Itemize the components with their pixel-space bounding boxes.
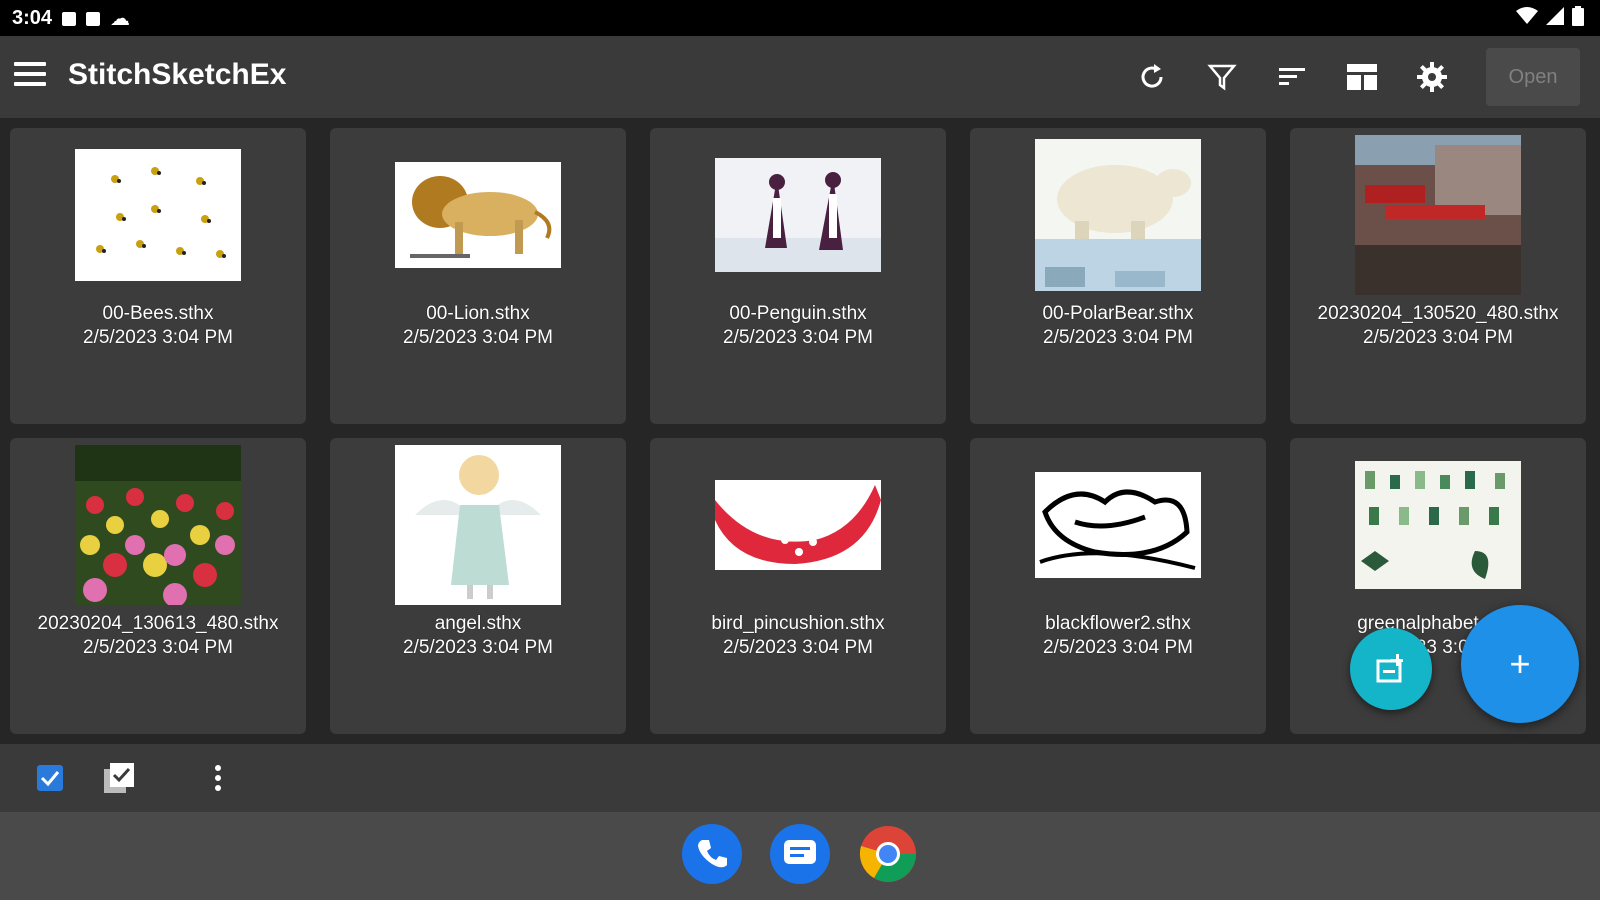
file-date: 2/5/2023 3:04 PM [1043, 637, 1193, 658]
file-caption: 00-Penguin.sthx 2/5/2023 3:04 PM [650, 302, 946, 350]
file-date: 2/5/2023 3:04 PM [723, 637, 873, 658]
file-date: 2/5/2023 3:04 PM [403, 637, 553, 658]
file-grid: 00-Bees.sthx 2/5/2023 3:04 PM 00-Lion.st… [10, 128, 1590, 734]
file-caption: bird_pincushion.sthx 2/5/2023 3:04 PM [650, 612, 946, 660]
thumbnail-bird-pincushion [713, 444, 883, 606]
system-dock [0, 812, 1600, 900]
cloud-icon: ☁ [110, 8, 131, 30]
status-time: 3:04 [12, 7, 53, 29]
file-date: 2/5/2023 3:04 PM [1363, 327, 1513, 348]
app-title: StitchSketchEx [68, 58, 287, 91]
open-button[interactable]: Open [1486, 48, 1580, 106]
status-bar: 3:04 ☁ [0, 0, 1600, 36]
wifi-icon [1516, 7, 1538, 24]
file-card[interactable]: 00-Lion.sthx 2/5/2023 3:04 PM [330, 128, 626, 424]
file-date: 2/5/2023 3:04 PM [403, 327, 553, 348]
file-card[interactable]: 20230204_130613_480.sthx 2/5/2023 3:04 P… [10, 438, 306, 734]
thumbnail-blackflower [1033, 444, 1203, 606]
file-caption: 00-PolarBear.sthx 2/5/2023 3:04 PM [970, 302, 1266, 350]
phone-app-icon[interactable] [682, 824, 742, 884]
file-card[interactable]: 20230204_130520_480.sthx 2/5/2023 3:04 P… [1290, 128, 1586, 424]
thumbnail-lion [393, 134, 563, 296]
thumbnail-polarbear [1033, 134, 1203, 296]
thumbnail-tulips-photo [73, 444, 243, 606]
file-name: 20230204_130520_480.sthx [1317, 303, 1559, 324]
file-caption: 20230204_130520_480.sthx 2/5/2023 3:04 P… [1290, 302, 1586, 350]
file-date: 2/5/2023 3:04 PM [83, 637, 233, 658]
view-layout-icon[interactable] [1338, 49, 1386, 105]
file-date: 2/5/2023 3:04 PM [83, 327, 233, 348]
file-name: angel.sthx [434, 613, 522, 634]
sort-icon[interactable] [1268, 49, 1316, 105]
signal-icon [1546, 7, 1564, 25]
checkbox-icon [37, 765, 63, 791]
thumbnail-greenalphabet [1353, 444, 1523, 606]
file-name: 20230204_130613_480.sthx [37, 613, 279, 634]
file-caption: 00-Bees.sthx 2/5/2023 3:04 PM [10, 302, 306, 350]
battery-icon [1572, 6, 1584, 26]
file-name: blackflower2.sthx [1045, 613, 1191, 634]
notification-icon [62, 11, 77, 26]
storage-icon [86, 11, 101, 26]
plus-icon: + [1509, 643, 1531, 684]
refresh-icon[interactable] [1128, 49, 1176, 105]
file-name: bird_pincushion.sthx [711, 613, 885, 634]
thumbnail-angel [393, 444, 563, 606]
file-caption: 20230204_130613_480.sthx 2/5/2023 3:04 P… [10, 612, 306, 660]
file-caption: blackflower2.sthx 2/5/2023 3:04 PM [970, 612, 1266, 660]
select-all-button[interactable] [99, 758, 139, 798]
thumbnail-penguin [713, 134, 883, 296]
file-card[interactable]: 00-PolarBear.sthx 2/5/2023 3:04 PM [970, 128, 1266, 424]
file-date: 2/5/2023 3:04 PM [1043, 327, 1193, 348]
chrome-app-icon[interactable] [858, 824, 918, 884]
file-card[interactable]: 00-Bees.sthx 2/5/2023 3:04 PM [10, 128, 306, 424]
file-name: 00-Bees.sthx [102, 303, 214, 324]
file-card[interactable]: blackflower2.sthx 2/5/2023 3:04 PM [970, 438, 1266, 734]
menu-icon[interactable] [14, 62, 46, 92]
file-card[interactable]: angel.sthx 2/5/2023 3:04 PM [330, 438, 626, 734]
file-card[interactable]: bird_pincushion.sthx 2/5/2023 3:04 PM [650, 438, 946, 734]
file-caption: angel.sthx 2/5/2023 3:04 PM [330, 612, 626, 660]
more-options-icon[interactable] [198, 758, 238, 798]
file-card[interactable]: 00-Penguin.sthx 2/5/2023 3:04 PM [650, 128, 946, 424]
app-bar: StitchSketchEx Open [0, 36, 1600, 118]
file-name: 00-PolarBear.sthx [1042, 303, 1194, 324]
gear-icon[interactable] [1408, 49, 1456, 105]
add-button[interactable]: + [1461, 605, 1579, 723]
toolbar-actions: Open [1128, 48, 1580, 106]
file-name: 00-Penguin.sthx [729, 303, 867, 324]
select-all-icon [104, 763, 134, 793]
add-from-image-button[interactable] [1350, 628, 1432, 710]
file-caption: 00-Lion.sthx 2/5/2023 3:04 PM [330, 302, 626, 350]
add-image-icon [1376, 654, 1403, 683]
messages-app-icon[interactable] [770, 824, 830, 884]
select-checkbox[interactable] [30, 758, 70, 798]
thumbnail-bees [73, 134, 243, 296]
file-name: 00-Lion.sthx [426, 303, 530, 324]
selection-bar [0, 744, 1600, 812]
thumbnail-market-photo [1353, 134, 1523, 296]
file-date: 2/5/2023 3:04 PM [723, 327, 873, 348]
filter-icon[interactable] [1198, 49, 1246, 105]
